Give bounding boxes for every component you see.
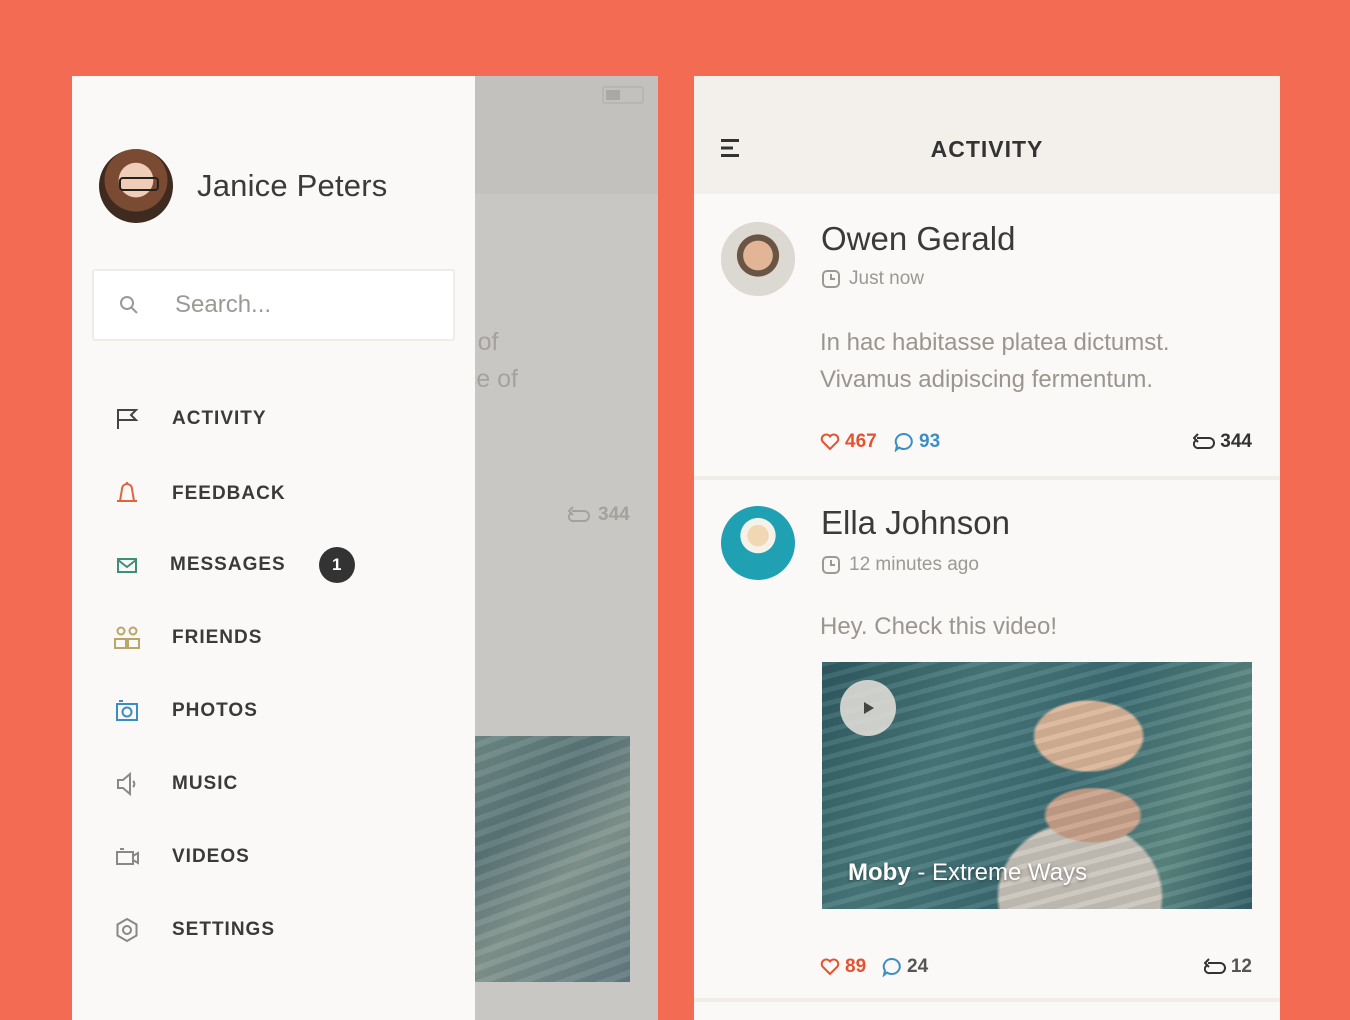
comment-button[interactable]: 24 [882, 956, 928, 978]
post-text: Hey. Check this video! [820, 613, 1057, 640]
reshare-button[interactable]: 344 [1193, 431, 1252, 453]
users-icon [112, 623, 142, 653]
comment-count: 93 [919, 431, 941, 452]
avatar[interactable] [99, 149, 173, 223]
heart-icon [820, 433, 840, 451]
comment-icon [882, 957, 901, 977]
nav-label: VIDEOS [172, 846, 250, 867]
nav-item-settings[interactable]: SETTINGS [112, 910, 275, 950]
nav-label: FRIENDS [172, 627, 263, 648]
nav-item-friends[interactable]: FRIENDS [112, 618, 262, 658]
post-time-text: Just now [849, 268, 924, 289]
nav-label: MUSIC [172, 773, 239, 794]
speaker-icon [112, 769, 142, 799]
nav-item-photos[interactable]: PHOTOS [112, 691, 258, 731]
post-timestamp: 12 minutes ago [821, 554, 979, 576]
nav-label: ACTIVITY [172, 408, 267, 429]
comment-button[interactable]: 93 [894, 431, 940, 453]
post-text: In hac habitasse platea dictumst. Vivamu… [820, 329, 1170, 393]
like-button[interactable]: 467 [820, 431, 877, 453]
video-title: - Extreme Ways [917, 859, 1088, 886]
video-camera-icon [112, 842, 142, 872]
activity-screen: ACTIVITY Owen Gerald Just now In hac hab… [694, 76, 1280, 1020]
play-button[interactable] [840, 680, 896, 736]
drawer-screen: scantling of d the force of abstruse 344… [72, 76, 658, 1020]
profile-header[interactable]: Janice Peters [99, 149, 387, 223]
gear-icon [112, 915, 142, 945]
heart-icon [820, 958, 840, 976]
reshare-button[interactable]: 12 [1203, 956, 1252, 978]
video-caption: Moby - Extreme Ways [848, 859, 1087, 887]
clock-icon [822, 556, 840, 574]
background-video-thumbnail [452, 736, 630, 982]
post-stats: 89 24 12 [820, 956, 1252, 984]
nav-label: SETTINGS [172, 919, 276, 940]
play-icon [864, 702, 874, 714]
search-icon [120, 296, 138, 314]
activity-post: Ella Johnson 12 minutes ago Hey. Check t… [694, 480, 1280, 998]
nav-label: PHOTOS [172, 700, 258, 721]
background-reshare-count: 344 [598, 504, 630, 525]
nav-item-videos[interactable]: VIDEOS [112, 837, 250, 877]
nav-label: MESSAGES [170, 554, 286, 575]
reshare-icon [1203, 958, 1226, 975]
avatar[interactable] [721, 222, 795, 296]
post-author[interactable]: Ella Johnson [821, 504, 1010, 542]
profile-name: Janice Peters [197, 168, 388, 203]
like-count: 89 [845, 956, 867, 977]
video-artist: Moby [848, 859, 911, 886]
avatar[interactable] [721, 506, 795, 580]
navigation-drawer: Janice Peters Search... ACTIVITY FEEDBAC… [72, 76, 475, 1020]
bell-icon [112, 479, 142, 509]
battery-icon [602, 86, 644, 104]
comment-icon [894, 432, 913, 452]
reshare-count: 12 [1230, 956, 1252, 977]
background-reshare-stat: 344 [568, 504, 630, 526]
post-author[interactable]: Owen Gerald [821, 220, 1015, 258]
video-player[interactable]: Moby - Extreme Ways [822, 662, 1252, 909]
search-input[interactable]: Search... [92, 269, 455, 341]
nav-item-music[interactable]: MUSIC [112, 764, 238, 804]
comment-count: 24 [907, 956, 929, 977]
flag-icon [112, 404, 142, 434]
page-title: ACTIVITY [930, 136, 1044, 162]
post-time-text: 12 minutes ago [849, 554, 979, 575]
activity-post: Owen Gerald Just now In hac habitasse pl… [694, 194, 1280, 476]
like-button[interactable]: 89 [820, 956, 866, 978]
camera-icon [112, 696, 142, 726]
nav-item-messages[interactable]: MESSAGES 1 [112, 545, 355, 585]
nav-label: FEEDBACK [172, 483, 286, 504]
like-count: 467 [845, 431, 877, 452]
search-placeholder: Search... [175, 291, 272, 318]
divider [694, 998, 1280, 1002]
reshare-icon [1193, 433, 1216, 450]
clock-icon [822, 270, 840, 288]
reshare-icon [568, 506, 590, 523]
post-stats: 467 93 344 [820, 431, 1252, 459]
messages-badge: 1 [318, 547, 355, 583]
nav-item-feedback[interactable]: FEEDBACK [112, 474, 286, 514]
reshare-count: 344 [1220, 431, 1252, 452]
post-timestamp: Just now [821, 268, 924, 290]
app-header: ACTIVITY [694, 76, 1280, 194]
nav-item-activity[interactable]: ACTIVITY [112, 399, 267, 439]
envelope-icon [112, 550, 142, 580]
